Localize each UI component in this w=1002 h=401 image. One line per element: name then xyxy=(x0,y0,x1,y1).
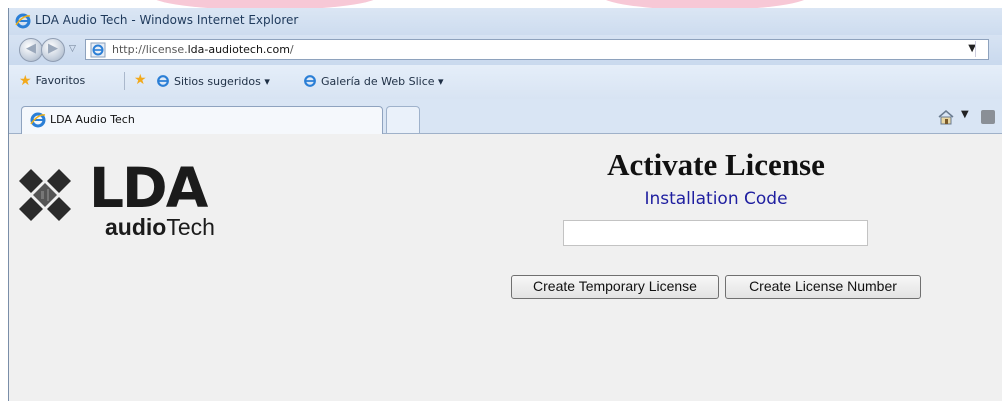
address-domain: lda-audiotech.com xyxy=(187,43,290,56)
web-slice-gallery-button[interactable]: Galería de Web Slice ▾ xyxy=(303,74,444,88)
logo-diamonds-icon xyxy=(19,169,71,221)
logo-tech-regular: Tech xyxy=(166,214,215,240)
home-icon[interactable] xyxy=(937,109,955,125)
add-favorite-icon: ★ xyxy=(134,72,147,88)
browser-window: LDA Audio Tech - Windows Internet Explor… xyxy=(8,8,1002,401)
create-temporary-license-button[interactable]: Create Temporary License xyxy=(511,275,719,299)
logo-audio-bold: audio xyxy=(105,214,167,240)
back-button[interactable]: ◀ xyxy=(19,38,43,62)
logo-lda-text: LDA xyxy=(89,156,208,220)
page-title: Activate License xyxy=(607,147,825,182)
new-tab-button[interactable] xyxy=(386,106,420,133)
back-arrow-icon: ◀ xyxy=(26,41,36,56)
favorites-star-icon: ★ xyxy=(19,72,32,89)
create-license-number-button[interactable]: Create License Number xyxy=(725,275,921,299)
tab-lda-audio-tech[interactable]: LDA Audio Tech xyxy=(21,106,383,134)
web-slice-gallery-label: Galería de Web Slice ▾ xyxy=(321,74,444,88)
home-dropdown-icon[interactable]: ▼ xyxy=(961,109,969,120)
title-bar: LDA Audio Tech - Windows Internet Explor… xyxy=(9,8,1002,35)
address-suffix: / xyxy=(289,43,294,56)
forward-arrow-icon: ▶ xyxy=(48,41,58,56)
recent-pages-dropdown-icon[interactable]: ▽ xyxy=(69,44,76,54)
favorites-bar: ★ Favoritos ★ Sitios sugeridos ▾ Galería… xyxy=(9,65,1002,99)
forward-button[interactable]: ▶ xyxy=(41,38,65,62)
lda-logo: LDA audioTech xyxy=(17,159,247,239)
ie-icon xyxy=(30,112,46,128)
navigation-bar: ◀ ▶ ▽ http://license.lda-audiotech.com/ … xyxy=(9,35,1002,65)
favorites-label: Favoritos xyxy=(35,74,86,87)
compatibility-view-icon[interactable] xyxy=(975,41,990,57)
address-bar[interactable]: http://license.lda-audiotech.com/ ▼ xyxy=(85,39,989,60)
installation-code-label: Installation Code xyxy=(644,189,788,209)
add-favorite-icon-button[interactable]: ★ xyxy=(134,72,147,88)
ie-small-icon xyxy=(304,75,316,87)
feeds-icon[interactable] xyxy=(981,110,995,124)
favorites-button[interactable]: ★ Favoritos xyxy=(19,72,86,89)
favorites-separator xyxy=(124,72,125,90)
page-content: LDA audioTech Activate License Installat… xyxy=(9,134,1002,401)
ie-small-icon xyxy=(157,75,169,87)
address-text: http://license.lda-audiotech.com/ xyxy=(112,43,294,56)
logo-audiotech-text: audioTech xyxy=(105,215,215,239)
ie-icon xyxy=(15,13,31,29)
suggested-sites-label: Sitios sugeridos ▾ xyxy=(174,74,270,88)
tab-bar: LDA Audio Tech ▼ xyxy=(9,99,1002,134)
address-prefix: http://license. xyxy=(112,43,188,56)
window-title: LDA Audio Tech - Windows Internet Explor… xyxy=(35,13,299,27)
installation-code-input[interactable] xyxy=(563,220,868,246)
page-icon xyxy=(90,42,106,58)
tab-label: LDA Audio Tech xyxy=(50,113,135,126)
suggested-sites-button[interactable]: Sitios sugeridos ▾ xyxy=(156,74,270,88)
